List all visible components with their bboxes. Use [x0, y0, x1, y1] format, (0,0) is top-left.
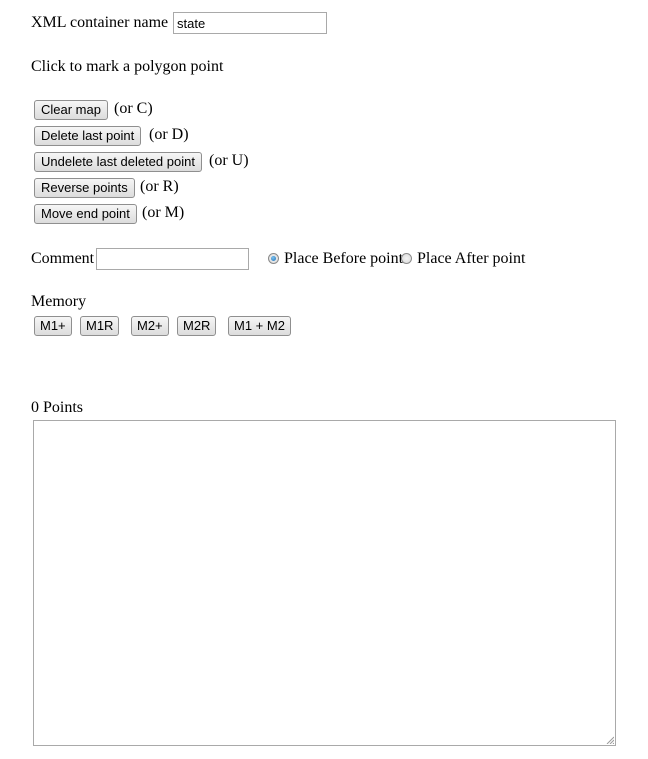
place-after-radio[interactable] — [401, 253, 412, 264]
comment-input[interactable] — [96, 248, 249, 270]
m2-recall-button[interactable]: M2R — [177, 316, 217, 336]
container-name-label: XML container name — [31, 14, 169, 31]
container-name-input[interactable] — [173, 12, 327, 34]
m1-recall-button[interactable]: M1R — [80, 316, 120, 336]
resize-grip-icon[interactable] — [606, 736, 614, 744]
delete-last-point-shortcut: (or D) — [149, 126, 189, 143]
points-count: 0 Points — [31, 399, 84, 416]
clear-map-shortcut: (or C) — [114, 100, 153, 117]
m1-plus-m2-button[interactable]: M1 + M2 — [228, 316, 291, 336]
move-end-point-shortcut: (or M) — [142, 204, 185, 221]
reverse-points-shortcut: (or R) — [140, 178, 179, 195]
m1-plus-button[interactable]: M1+ — [34, 316, 72, 336]
memory-label: Memory — [31, 293, 87, 310]
place-before-label: Place Before point — [284, 250, 404, 267]
m2-plus-button[interactable]: M2+ — [131, 316, 169, 336]
undelete-last-deleted-point-button[interactable]: Undelete last deleted point — [34, 152, 202, 172]
clear-map-button[interactable]: Clear map — [34, 100, 108, 120]
delete-last-point-button[interactable]: Delete last point — [34, 126, 142, 146]
comment-label: Comment — [31, 250, 95, 267]
undelete-shortcut: (or U) — [209, 152, 249, 169]
place-before-radio[interactable] — [268, 253, 279, 264]
place-after-label: Place After point — [417, 250, 526, 267]
instruction-text: Click to mark a polygon point — [31, 58, 224, 75]
reverse-points-button[interactable]: Reverse points — [34, 178, 135, 198]
move-end-point-button[interactable]: Move end point — [34, 204, 137, 224]
points-textarea[interactable] — [33, 420, 616, 746]
